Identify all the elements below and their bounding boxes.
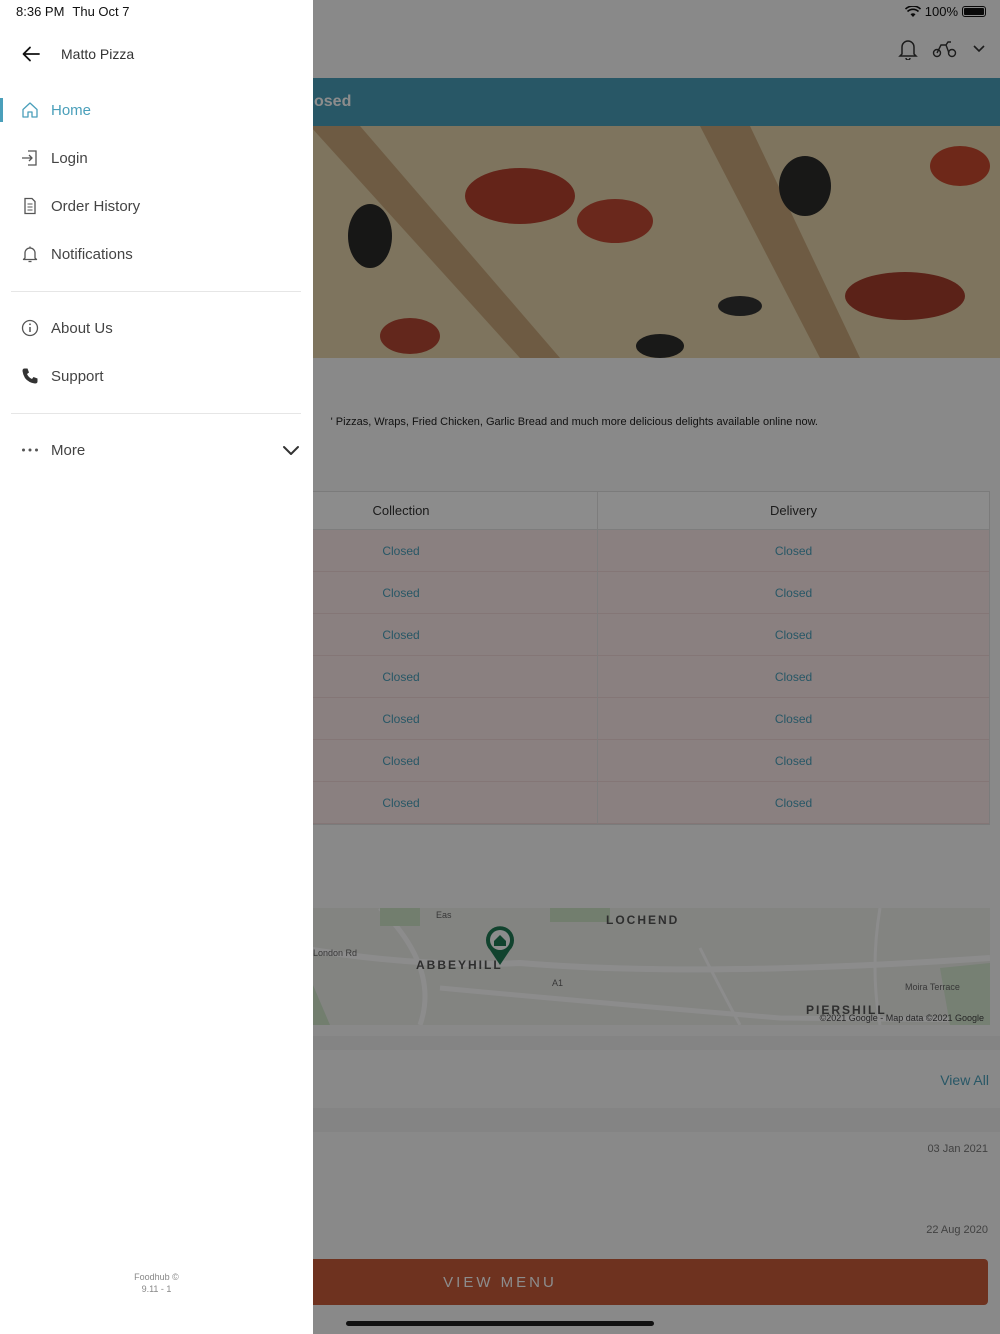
store-name: Matto Pizza (61, 46, 135, 62)
login-icon (20, 148, 40, 168)
drawer-item-label: Home (51, 101, 92, 119)
drawer-item-label: About Us (51, 319, 113, 337)
drawer-header: Matto Pizza (0, 38, 313, 70)
home-icon (20, 100, 40, 120)
drawer-item-login[interactable]: Login (0, 136, 313, 180)
navigation-drawer: 8:36 PM Thu Oct 7 Matto Pizza Home Login … (0, 0, 313, 1334)
drawer-item-notifications[interactable]: Notifications (0, 232, 313, 276)
info-icon (20, 318, 40, 338)
drawer-item-label: Order History (51, 197, 141, 215)
drawer-item-order-history[interactable]: Order History (0, 184, 313, 228)
drawer-item-about-us[interactable]: About Us (0, 306, 313, 350)
drawer-item-support[interactable]: Support (0, 354, 313, 398)
drawer-item-label: Support (51, 367, 104, 385)
arrow-left-icon (22, 46, 40, 62)
phone-icon (20, 366, 40, 386)
order-history-icon (20, 196, 40, 216)
drawer-divider (11, 291, 301, 292)
drawer-item-label: Notifications (51, 245, 133, 263)
drawer-item-home[interactable]: Home (0, 88, 313, 132)
drawer-divider (11, 413, 301, 414)
status-date: Thu Oct 7 (72, 4, 130, 19)
more-dots-icon (20, 440, 40, 460)
home-indicator[interactable] (346, 1321, 654, 1326)
footer-brand: Foodhub © (134, 1272, 179, 1282)
active-indicator (0, 98, 3, 122)
chevron-down-icon[interactable] (281, 440, 301, 460)
drawer-item-label: Login (51, 149, 88, 167)
app-version: 9.11 - 1 (141, 1284, 172, 1294)
back-button[interactable] (11, 38, 51, 70)
app-footer: Foodhub © 9.11 - 1 (0, 1271, 313, 1295)
drawer-item-label: More (51, 441, 86, 459)
drawer-item-more[interactable]: More (0, 428, 313, 472)
status-left: 8:36 PM Thu Oct 7 (16, 4, 130, 19)
status-time: 8:36 PM (16, 4, 65, 19)
bell-icon (20, 244, 40, 264)
